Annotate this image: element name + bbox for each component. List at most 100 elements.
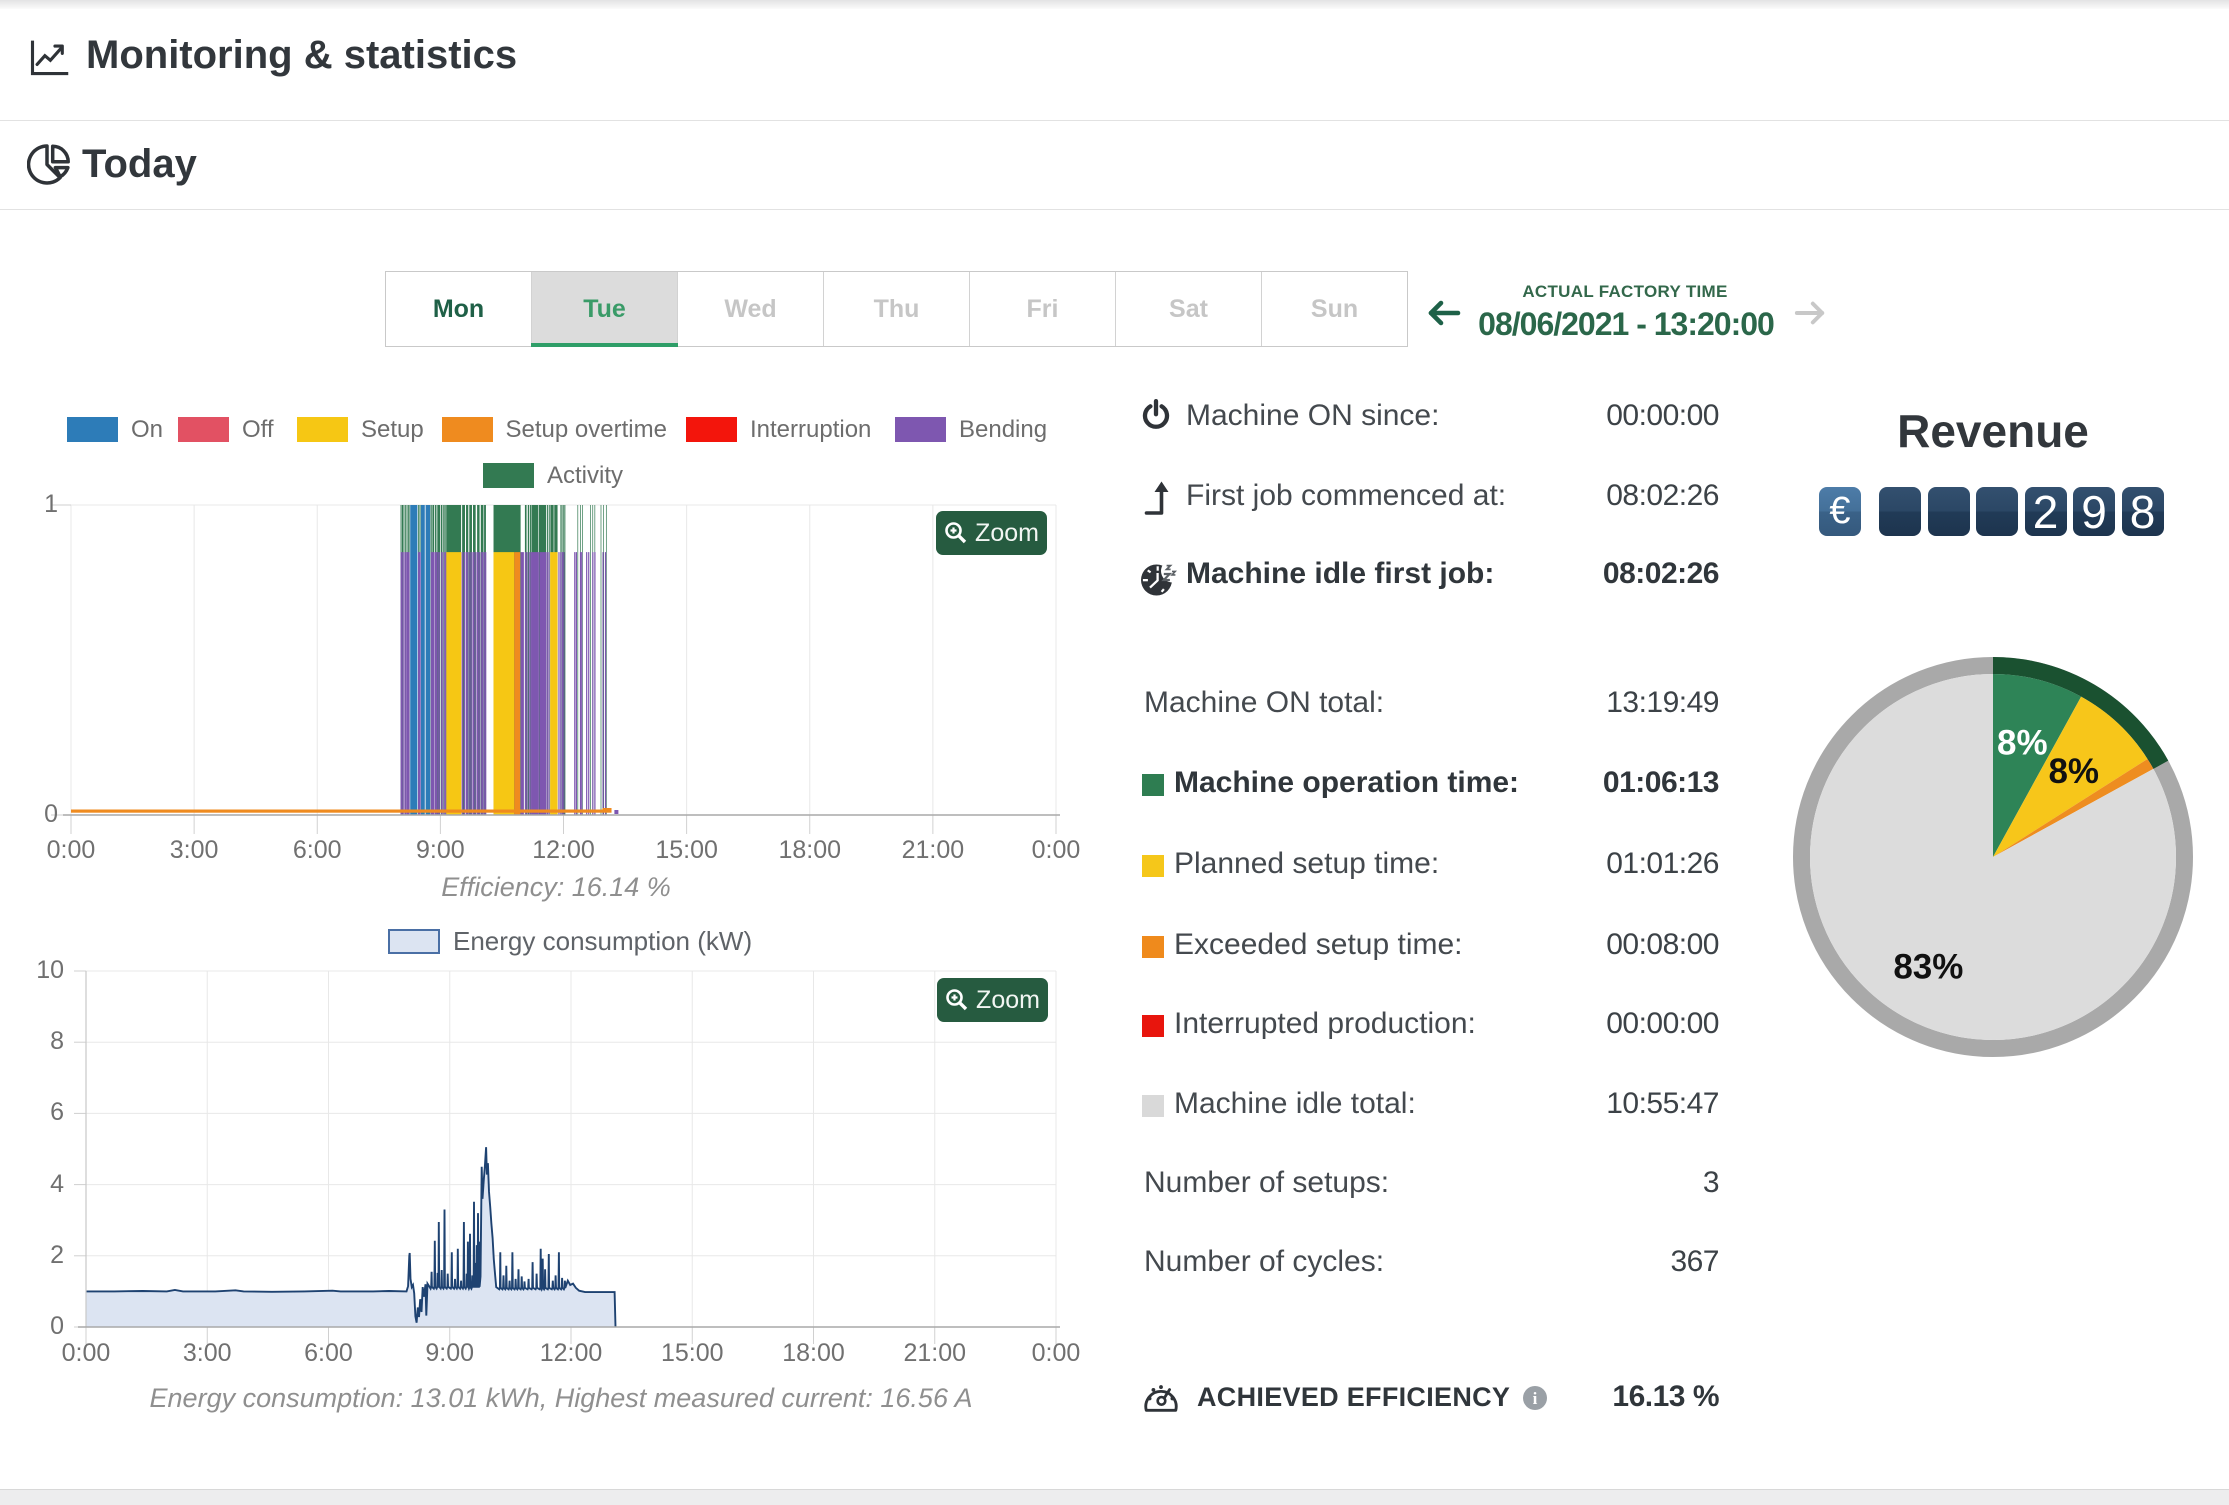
legend-swatch-on bbox=[67, 417, 118, 442]
bending-bar bbox=[463, 552, 466, 815]
legend-swatch-interruption bbox=[686, 417, 737, 442]
tab-sat[interactable]: Sat bbox=[1116, 272, 1262, 346]
pie-chart-icon bbox=[27, 141, 73, 187]
first-job-icon bbox=[1144, 479, 1173, 515]
divider bbox=[0, 209, 2229, 210]
legend-item-off[interactable]: Off bbox=[178, 416, 274, 443]
legend-item-bending[interactable]: Bending bbox=[895, 416, 1047, 443]
energy-x-tick: 15:00 bbox=[660, 1339, 724, 1367]
x-tick: 6:00 bbox=[292, 836, 342, 864]
bending-bar bbox=[461, 552, 464, 815]
bending-bar bbox=[526, 552, 528, 815]
stat-color-square bbox=[1142, 1095, 1164, 1117]
top-shadow bbox=[0, 0, 2229, 9]
x-tick: 15:00 bbox=[655, 836, 718, 864]
energy-x-tick: 12:00 bbox=[539, 1339, 603, 1367]
legend-swatch-off bbox=[178, 417, 229, 442]
energy-y-tick: 10 bbox=[36, 956, 64, 984]
next-day-arrow-icon[interactable] bbox=[1793, 298, 1827, 328]
stat-value: 10:55:47 bbox=[1606, 1087, 1719, 1120]
legend-item-on[interactable]: On bbox=[67, 416, 163, 443]
bending-bar bbox=[592, 552, 594, 815]
bending-bar bbox=[475, 552, 477, 815]
revenue-digit-tile: 9 bbox=[2073, 486, 2115, 538]
bending-bar bbox=[560, 552, 562, 815]
revenue-title: Revenue bbox=[1897, 405, 2089, 457]
legend-swatch-setup_overtime bbox=[441, 417, 493, 442]
bending-bar bbox=[563, 552, 565, 815]
bending-bar bbox=[472, 552, 475, 815]
bending-bar bbox=[548, 552, 550, 815]
power-icon bbox=[1142, 399, 1170, 430]
timeline-zoom-button[interactable]: Zoom bbox=[936, 511, 1047, 555]
legend-label-setup_overtime: Setup overtime bbox=[505, 415, 667, 443]
energy-x-tick: 9:00 bbox=[425, 1339, 475, 1367]
bending-bar bbox=[539, 552, 547, 815]
bending-bar bbox=[581, 552, 583, 815]
selected-tab-underline bbox=[531, 343, 678, 347]
energy-x-tick: 18:00 bbox=[782, 1339, 845, 1367]
bending-bar bbox=[443, 552, 445, 815]
activity-bar bbox=[600, 505, 602, 815]
revenue-digit-tile bbox=[1879, 487, 1921, 536]
bending-bar bbox=[483, 552, 485, 815]
bending-bar bbox=[430, 552, 435, 815]
revenue-digit-tile: 8 bbox=[2121, 486, 2164, 538]
tab-tue[interactable]: Tue bbox=[532, 272, 678, 346]
magnifier-icon bbox=[946, 989, 968, 1011]
bending-bar bbox=[588, 552, 590, 815]
chart-shape bbox=[614, 810, 619, 814]
energy-x-tick: 3:00 bbox=[182, 1339, 232, 1367]
x-tick: 0:00 bbox=[46, 836, 96, 864]
stat-value: 00:00:00 bbox=[1606, 1007, 1719, 1040]
tab-wed[interactable]: Wed bbox=[678, 272, 824, 346]
bending-bar bbox=[574, 552, 576, 815]
setup-bar bbox=[550, 552, 558, 815]
setup-bar bbox=[446, 552, 462, 815]
legend-item-setup[interactable]: Setup bbox=[297, 416, 424, 443]
time-distribution-pie: 8%8% 83% bbox=[1793, 657, 2193, 1057]
stat-color-square bbox=[1142, 774, 1164, 796]
bending-bar bbox=[465, 552, 468, 815]
energy-y-tick: 2 bbox=[50, 1240, 64, 1269]
energy-y-tick: 4 bbox=[50, 1169, 64, 1198]
bending-bar bbox=[405, 552, 407, 815]
stat-value: 367 bbox=[1670, 1245, 1719, 1278]
tab-sun[interactable]: Sun bbox=[1262, 272, 1407, 346]
legend-item-interruption[interactable]: Interruption bbox=[686, 415, 872, 443]
bending-bar bbox=[594, 552, 596, 815]
activity-bar bbox=[577, 505, 579, 815]
tab-fri[interactable]: Fri bbox=[970, 272, 1116, 346]
chart-shape bbox=[71, 809, 612, 813]
stat-value: 01:01:26 bbox=[1606, 847, 1719, 880]
bending-bar bbox=[481, 552, 484, 815]
x-tick: 21:00 bbox=[901, 836, 965, 864]
energy-zoom-button[interactable]: Zoom bbox=[937, 978, 1048, 1022]
x-tick: 12:00 bbox=[532, 836, 595, 864]
x-tick: 3:00 bbox=[169, 836, 219, 864]
divider bbox=[0, 120, 2229, 121]
legend-item-setup_overtime[interactable]: Setup overtime bbox=[441, 415, 667, 443]
bending-bar bbox=[435, 552, 438, 815]
bending-bar bbox=[400, 552, 403, 815]
section-title: Today bbox=[82, 142, 197, 186]
y-tick-1: 1 bbox=[44, 490, 58, 518]
bending-bar bbox=[586, 552, 588, 815]
energy-y-tick: 6 bbox=[50, 1098, 64, 1127]
y-tick-0: 0 bbox=[44, 800, 58, 828]
stat-value: 00:08:00 bbox=[1606, 928, 1719, 961]
factory-time-value: 08/06/2021 - 13:20:00 bbox=[1478, 306, 1775, 342]
energy-caption: Energy consumption: 13.01 kWh, Highest m… bbox=[149, 1383, 973, 1413]
tab-thu[interactable]: Thu bbox=[824, 272, 970, 346]
legend-label-interruption: Interruption bbox=[750, 415, 872, 443]
footer-bar bbox=[0, 1489, 2229, 1505]
setup-bar bbox=[493, 552, 515, 815]
achieved-efficiency-value: 16.13 % bbox=[1612, 1380, 1719, 1413]
stat-color-square bbox=[1142, 855, 1164, 877]
revenue-digit-tile bbox=[1927, 487, 1970, 536]
gauge-icon bbox=[1142, 1379, 1180, 1417]
day-tabs: Mon Tue Wed Thu Fri Sat Sun bbox=[385, 271, 1408, 347]
on-bar bbox=[425, 505, 431, 815]
tab-mon[interactable]: Mon bbox=[386, 272, 532, 346]
page-title: Monitoring & statistics bbox=[86, 33, 518, 77]
